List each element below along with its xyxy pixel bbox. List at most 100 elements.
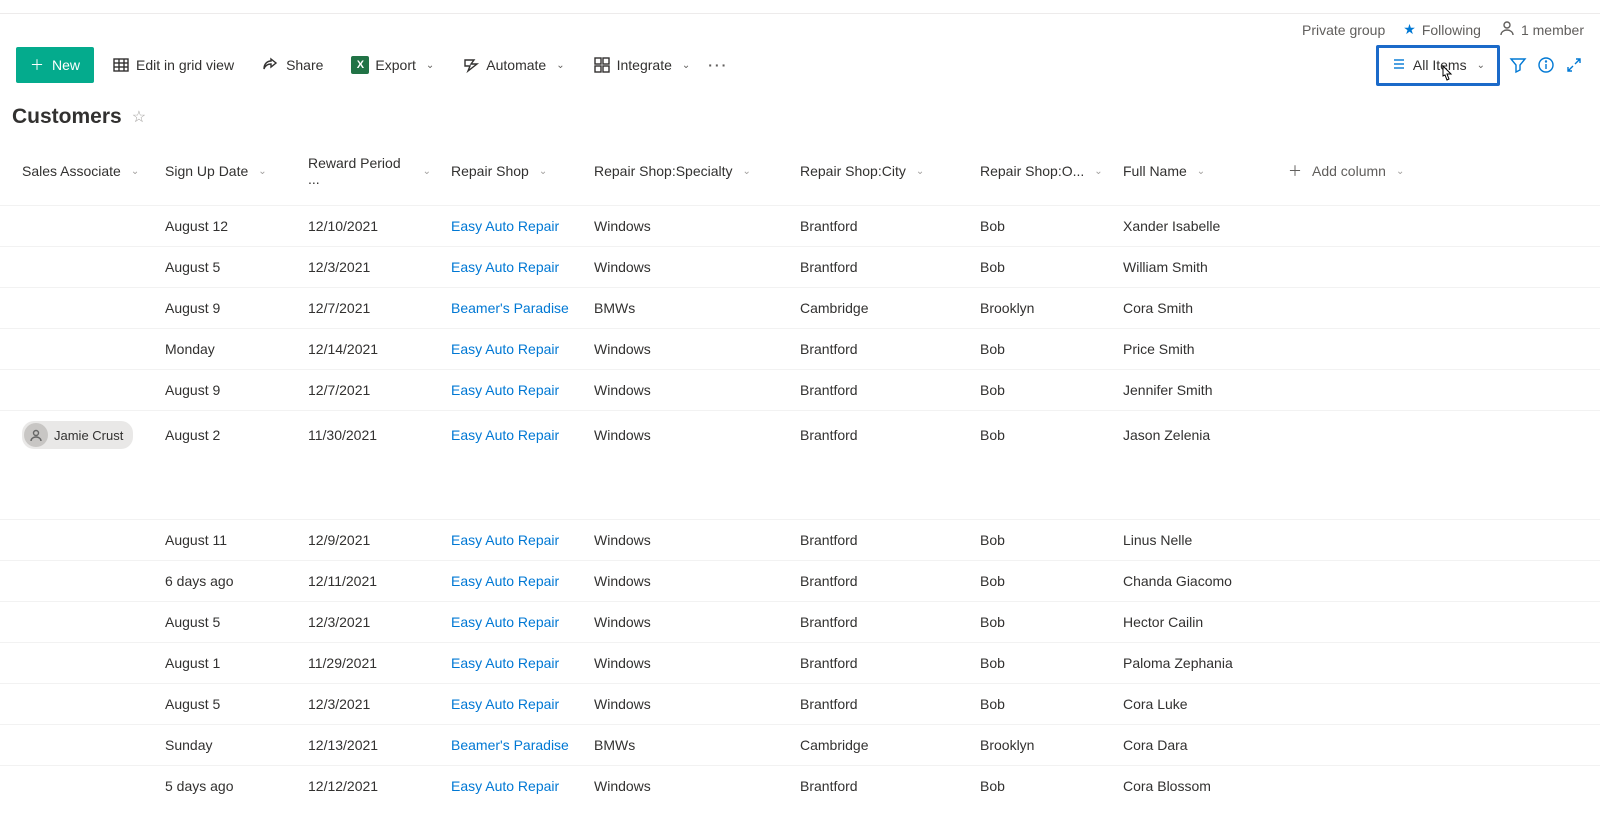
table-row[interactable]: August 111/29/2021Easy Auto RepairWindow…	[0, 642, 1600, 683]
expand-button[interactable]	[1564, 55, 1584, 75]
favorite-star-icon[interactable]: ☆	[132, 107, 146, 127]
view-selector[interactable]: All Items ⌄	[1376, 45, 1500, 86]
cell-sales-associate	[12, 612, 155, 632]
cell-owner: Bob	[970, 208, 1113, 244]
cell-repair-shop: Easy Auto Repair	[441, 645, 584, 681]
chevron-down-icon: ⌄	[743, 166, 751, 177]
repair-shop-link[interactable]: Easy Auto Repair	[451, 696, 559, 712]
info-button[interactable]	[1536, 55, 1556, 75]
add-column-button[interactable]: ＋Add column⌄	[1278, 145, 1428, 197]
edit-grid-button[interactable]: Edit in grid view	[102, 50, 244, 80]
cell-sales-associate	[12, 735, 155, 755]
table-row[interactable]: Monday12/14/2021Easy Auto RepairWindowsB…	[0, 328, 1600, 369]
share-button[interactable]: Share	[252, 50, 333, 80]
cell-city: Brantford	[790, 249, 970, 285]
integrate-label: Integrate	[617, 57, 672, 73]
cell-owner: Bob	[970, 331, 1113, 367]
col-repair-shop-city[interactable]: Repair Shop:City⌄	[790, 145, 970, 197]
repair-shop-link[interactable]: Beamer's Paradise	[451, 300, 569, 316]
cell-owner: Bob	[970, 645, 1113, 681]
export-button[interactable]: X Export ⌄	[341, 50, 444, 80]
cell-repair-shop: Beamer's Paradise	[441, 727, 584, 763]
cell-city: Brantford	[790, 563, 970, 599]
repair-shop-link[interactable]: Easy Auto Repair	[451, 218, 559, 234]
cell-owner: Bob	[970, 522, 1113, 558]
cell-reward-period: 11/29/2021	[298, 645, 441, 681]
cell-sales-associate	[12, 694, 155, 714]
person-chip[interactable]: Jamie Crust	[22, 421, 133, 449]
cell-full-name: Jason Zelenia	[1113, 417, 1278, 453]
repair-shop-link[interactable]: Easy Auto Repair	[451, 778, 559, 794]
col-repair-shop-owner[interactable]: Repair Shop:O...⌄	[970, 145, 1113, 197]
private-group-text: Private group	[1302, 22, 1385, 38]
cell-sales-associate: Jamie Crust	[12, 411, 155, 459]
integrate-button[interactable]: Integrate ⌄	[583, 50, 701, 80]
cell-city: Brantford	[790, 417, 970, 453]
repair-shop-link[interactable]: Easy Auto Repair	[451, 655, 559, 671]
cell-repair-shop: Easy Auto Repair	[441, 768, 584, 804]
cell-owner: Bob	[970, 372, 1113, 408]
col-sales-associate[interactable]: Sales Associate⌄	[12, 145, 155, 197]
plus-icon: ＋	[1288, 161, 1302, 181]
repair-shop-link[interactable]: Easy Auto Repair	[451, 614, 559, 630]
cell-city: Brantford	[790, 331, 970, 367]
integrate-icon	[593, 56, 611, 74]
table-row[interactable]: August 912/7/2021Beamer's ParadiseBMWsCa…	[0, 287, 1600, 328]
table-row[interactable]: August 512/3/2021Easy Auto RepairWindows…	[0, 683, 1600, 724]
cell-repair-shop: Easy Auto Repair	[441, 417, 584, 453]
cell-sign-up-date: August 5	[155, 686, 298, 722]
cell-repair-shop: Easy Auto Repair	[441, 331, 584, 367]
table-row[interactable]: Sunday12/13/2021Beamer's ParadiseBMWsCam…	[0, 724, 1600, 765]
col-full-name[interactable]: Full Name⌄	[1113, 145, 1278, 197]
table-row[interactable]: August 512/3/2021Easy Auto RepairWindows…	[0, 601, 1600, 642]
cell-city: Cambridge	[790, 727, 970, 763]
repair-shop-link[interactable]: Easy Auto Repair	[451, 532, 559, 548]
list-title: Customers	[12, 105, 122, 129]
col-repair-shop-specialty[interactable]: Repair Shop:Specialty⌄	[584, 145, 790, 197]
cell-reward-period: 12/7/2021	[298, 372, 441, 408]
chevron-down-icon: ⌄	[1197, 166, 1205, 177]
rows-group-a: August 1212/10/2021Easy Auto RepairWindo…	[0, 205, 1600, 459]
col-sign-up-date[interactable]: Sign Up Date⌄	[155, 145, 298, 197]
repair-shop-link[interactable]: Easy Auto Repair	[451, 427, 559, 443]
table-row[interactable]: 5 days ago12/12/2021Easy Auto RepairWind…	[0, 765, 1600, 806]
repair-shop-link[interactable]: Easy Auto Repair	[451, 341, 559, 357]
chevron-down-icon: ⌄	[556, 60, 564, 71]
new-button[interactable]: ＋ New	[16, 47, 94, 83]
table-row[interactable]: 6 days ago12/11/2021Easy Auto RepairWind…	[0, 560, 1600, 601]
cell-reward-period: 11/30/2021	[298, 417, 441, 453]
repair-shop-link[interactable]: Easy Auto Repair	[451, 259, 559, 275]
filter-button[interactable]	[1508, 55, 1528, 75]
cell-full-name: William Smith	[1113, 249, 1278, 285]
following-text: Following	[1422, 22, 1481, 38]
table-row[interactable]: August 1212/10/2021Easy Auto RepairWindo…	[0, 205, 1600, 246]
cell-specialty: Windows	[584, 417, 790, 453]
following-toggle[interactable]: ★ Following	[1403, 21, 1481, 38]
col-repair-shop[interactable]: Repair Shop⌄	[441, 145, 584, 197]
cell-full-name: Cora Dara	[1113, 727, 1278, 763]
table-row[interactable]: August 512/3/2021Easy Auto RepairWindows…	[0, 246, 1600, 287]
table-row[interactable]: August 1112/9/2021Easy Auto RepairWindow…	[0, 519, 1600, 560]
members-link[interactable]: 1 member	[1499, 20, 1584, 39]
automate-icon	[462, 56, 480, 74]
plus-icon: ＋	[30, 55, 44, 75]
cell-specialty: BMWs	[584, 290, 790, 326]
cell-reward-period: 12/11/2021	[298, 563, 441, 599]
table-row[interactable]: August 912/7/2021Easy Auto RepairWindows…	[0, 369, 1600, 410]
repair-shop-link[interactable]: Easy Auto Repair	[451, 573, 559, 589]
export-label: Export	[375, 57, 415, 73]
chevron-down-icon: ⌄	[1094, 166, 1102, 177]
cell-full-name: Xander Isabelle	[1113, 208, 1278, 244]
repair-shop-link[interactable]: Easy Auto Repair	[451, 382, 559, 398]
cell-specialty: Windows	[584, 522, 790, 558]
cell-sign-up-date: August 9	[155, 372, 298, 408]
cell-full-name: Price Smith	[1113, 331, 1278, 367]
table-row[interactable]: Jamie CrustAugust 211/30/2021Easy Auto R…	[0, 410, 1600, 459]
automate-button[interactable]: Automate ⌄	[452, 50, 574, 80]
repair-shop-link[interactable]: Beamer's Paradise	[451, 737, 569, 753]
cell-repair-shop: Easy Auto Repair	[441, 208, 584, 244]
cell-reward-period: 12/7/2021	[298, 290, 441, 326]
col-reward-period[interactable]: Reward Period ...⌄	[298, 145, 441, 197]
overflow-menu[interactable]: ···	[708, 57, 728, 73]
cell-sign-up-date: August 11	[155, 522, 298, 558]
